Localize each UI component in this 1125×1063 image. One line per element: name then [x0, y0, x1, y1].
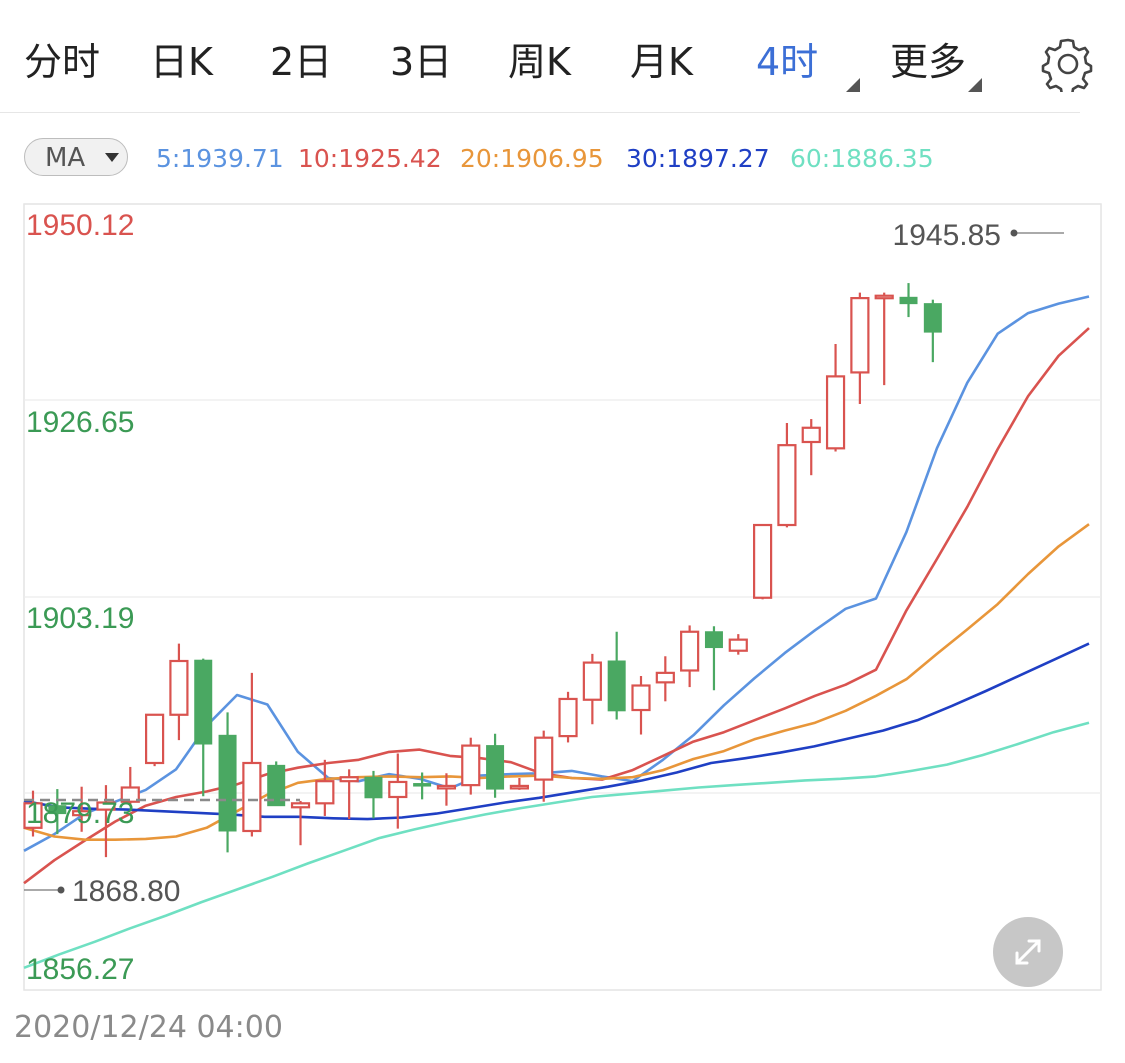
candle-body	[388, 780, 408, 799]
candle-body	[558, 697, 578, 738]
candle-body	[874, 294, 894, 300]
candle	[145, 713, 165, 767]
candle	[874, 292, 894, 386]
candlestick-chart: 1950.12 1926.65 1903.19 1879.73 1856.27 …	[23, 203, 1102, 991]
candles	[23, 283, 942, 858]
candle	[582, 653, 602, 725]
candle	[704, 626, 723, 691]
candle	[194, 658, 213, 797]
candle	[777, 423, 797, 528]
candle-body	[315, 780, 335, 805]
candle	[218, 712, 237, 853]
candle-body	[194, 659, 213, 745]
candle-body	[145, 713, 165, 765]
candle	[631, 676, 651, 735]
candle-body	[364, 776, 383, 799]
candle-body	[169, 659, 189, 716]
candle-body	[486, 745, 505, 790]
candle	[558, 691, 578, 743]
candle	[169, 643, 189, 741]
candle-body	[850, 297, 870, 374]
y-tick-label: 1856.27	[26, 953, 134, 986]
candle-body	[436, 784, 457, 790]
candle-body	[777, 444, 797, 527]
high-price-label: 1945.85	[893, 219, 1001, 252]
low-price-label: 1868.80	[72, 875, 180, 908]
candle-body	[582, 661, 602, 701]
candle	[607, 631, 626, 720]
ma-lines	[23, 295, 1090, 970]
candle-body	[290, 802, 311, 809]
candle-body	[461, 744, 481, 787]
candle-body	[680, 630, 700, 672]
fullscreen-button[interactable]	[993, 917, 1063, 987]
candle-body	[752, 523, 773, 599]
expand-arrows-icon	[1015, 939, 1041, 965]
candle	[850, 292, 870, 405]
candle-body	[607, 660, 626, 712]
candle-body	[923, 303, 942, 333]
candle	[899, 283, 918, 318]
candle-body	[413, 783, 432, 787]
candle-body	[242, 761, 262, 833]
date-label: 2020/12/24 04:00	[14, 1010, 283, 1045]
candle-body	[801, 426, 821, 444]
candle	[290, 800, 311, 846]
candle-body	[655, 671, 675, 684]
candle-body	[534, 736, 554, 781]
low-marker-dot	[57, 886, 65, 894]
candle-body	[509, 784, 529, 790]
candle-body	[218, 734, 237, 832]
candle-body	[631, 684, 651, 712]
candle	[364, 770, 383, 819]
candle	[728, 634, 748, 655]
candle	[680, 625, 700, 688]
candle-body	[825, 375, 846, 450]
y-tick-label: 1926.65	[26, 406, 134, 439]
candle	[752, 523, 773, 600]
candle	[436, 773, 457, 806]
candle	[534, 730, 554, 802]
candle-body	[339, 776, 359, 783]
candle-body	[899, 296, 918, 305]
candle	[825, 343, 846, 452]
candle	[923, 299, 942, 363]
y-tick-label: 1879.73	[26, 797, 134, 830]
candle	[461, 737, 481, 795]
ma10-line	[23, 327, 1090, 885]
y-tick-label: 1903.19	[26, 602, 134, 635]
candle	[801, 419, 821, 476]
candle	[339, 769, 359, 820]
candle	[655, 656, 675, 702]
high-marker-dot	[1010, 229, 1018, 237]
candle	[509, 778, 529, 790]
candle	[486, 733, 505, 798]
y-tick-label: 1950.12	[26, 209, 134, 242]
candle-body	[704, 631, 723, 649]
candle-body	[728, 638, 748, 652]
